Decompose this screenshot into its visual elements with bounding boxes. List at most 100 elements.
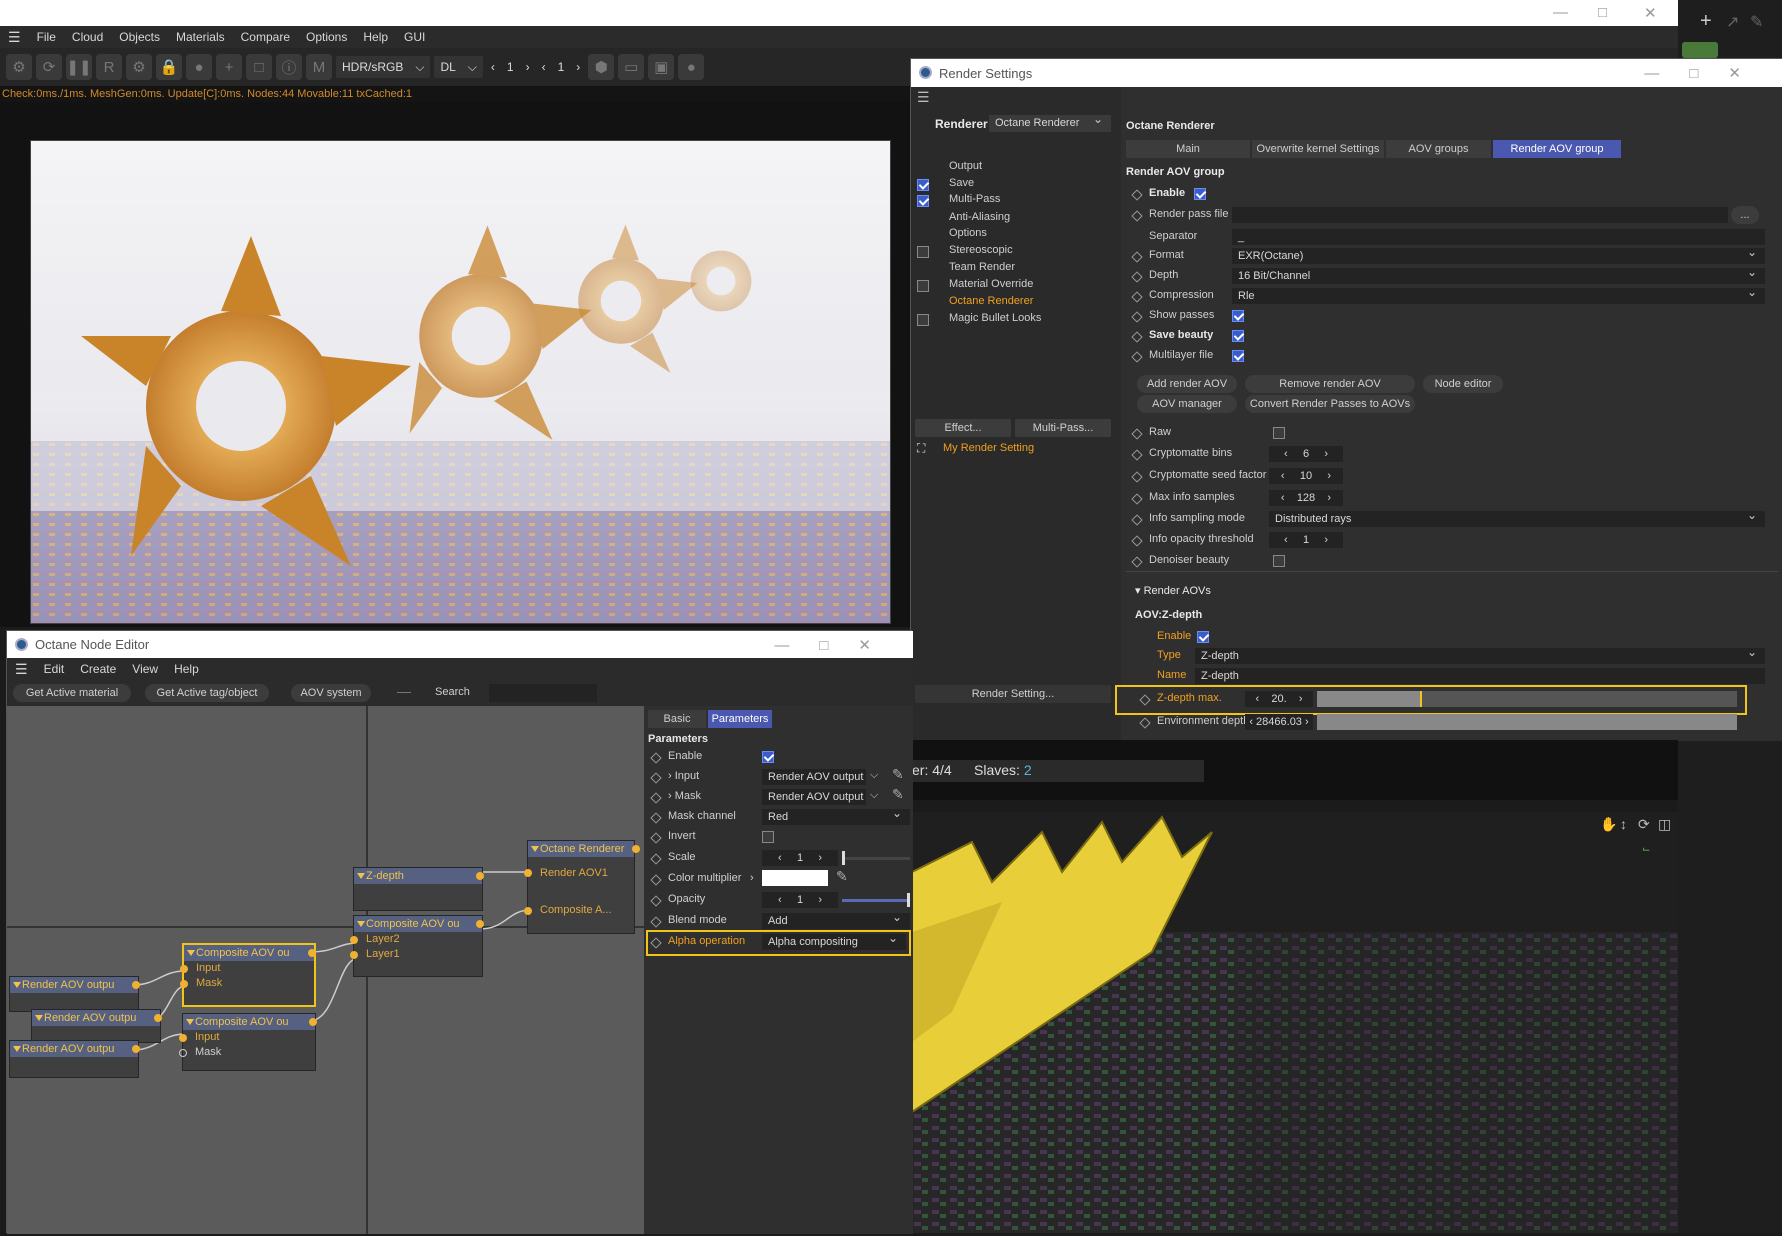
- chevron-right-icon[interactable]: ›: [522, 60, 534, 74]
- chevron-left-icon[interactable]: ‹: [538, 60, 550, 74]
- menu-view[interactable]: View: [124, 662, 166, 676]
- depth-select[interactable]: 16 Bit/Channel: [1232, 268, 1765, 284]
- tree-checkbox[interactable]: [917, 280, 929, 292]
- expand-icon[interactable]: ↗: [1726, 12, 1739, 32]
- chevron-down-icon[interactable]: ⌵: [870, 789, 878, 802]
- keyframe-diamond-icon[interactable]: [1131, 493, 1143, 505]
- gear-icon[interactable]: ⚙: [126, 54, 152, 80]
- convert-passes-button[interactable]: Convert Render Passes to AOVs: [1245, 395, 1415, 413]
- output-pin[interactable]: [309, 1018, 317, 1026]
- sphere-icon[interactable]: ●: [186, 54, 212, 80]
- info-icon[interactable]: ⓘ: [276, 54, 302, 80]
- menu-edit[interactable]: Edit: [36, 662, 73, 676]
- input-pin[interactable]: [180, 980, 188, 988]
- close-icon[interactable]: ✕: [1644, 4, 1657, 22]
- keyframe-diamond-icon[interactable]: [1131, 428, 1143, 440]
- param-scale-slider[interactable]: [842, 851, 910, 865]
- output-pin[interactable]: [476, 872, 484, 880]
- param-scale-stepper[interactable]: ‹ 1 ›: [762, 850, 838, 866]
- envdepth-slider[interactable]: [1317, 714, 1737, 730]
- frame-a-value[interactable]: 1: [503, 60, 518, 74]
- crypto-bins-stepper[interactable]: ‹ 6 ›: [1269, 446, 1343, 462]
- node-composite-main[interactable]: Composite AOV ou Layer2 Layer1: [350, 915, 484, 977]
- minimize-icon[interactable]: —: [1553, 4, 1568, 21]
- tree-item[interactable]: Team Render: [949, 261, 1015, 273]
- menu-help[interactable]: Help: [166, 662, 207, 676]
- enable-checkbox[interactable]: [1194, 188, 1206, 200]
- menu-file[interactable]: File: [29, 30, 64, 44]
- denoiser-checkbox[interactable]: [1273, 555, 1285, 567]
- layout-icon[interactable]: ◫: [1658, 816, 1671, 833]
- chevron-down-icon[interactable]: ⌵: [870, 769, 878, 782]
- tree-item[interactable]: Magic Bullet Looks: [949, 312, 1041, 324]
- film-icon[interactable]: ▭: [618, 54, 645, 80]
- node-editor-button[interactable]: Node editor: [1423, 375, 1503, 393]
- keyframe-diamond-icon[interactable]: [1131, 311, 1143, 323]
- eyedropper-icon[interactable]: ✎: [892, 766, 904, 783]
- keyframe-diamond-icon[interactable]: [650, 853, 662, 865]
- node-composite-highlighted[interactable]: Composite AOV ou Input Mask: [180, 943, 316, 1007]
- tree-item[interactable]: Octane Renderer: [949, 295, 1033, 307]
- window-controls-icon[interactable]: —□✕: [1644, 64, 1771, 82]
- tree-checkbox[interactable]: [917, 314, 929, 326]
- renderer-select[interactable]: Octane Renderer: [989, 115, 1111, 132]
- add-render-aov-button[interactable]: Add render AOV: [1137, 375, 1237, 393]
- menu-materials[interactable]: Materials: [168, 30, 233, 44]
- info-opacity-stepper[interactable]: ‹ 1 ›: [1269, 532, 1343, 548]
- keyframe-diamond-icon[interactable]: [650, 916, 662, 928]
- node-graph[interactable]: Z-depth Octane Renderer Render AOV1 Comp…: [7, 706, 644, 1234]
- get-active-tag-button[interactable]: Get Active tag/object: [145, 684, 269, 702]
- output-pin[interactable]: [308, 949, 316, 957]
- node-octane-renderer[interactable]: Octane Renderer Render AOV1 Composite A.…: [524, 840, 640, 934]
- region-render-icon[interactable]: R: [96, 54, 122, 80]
- param-opacity-slider[interactable]: [842, 893, 910, 907]
- keyframe-diamond-icon[interactable]: [650, 895, 662, 907]
- get-active-material-button[interactable]: Get Active material: [13, 684, 131, 702]
- param-blend-select[interactable]: Add: [762, 913, 910, 929]
- move-icon[interactable]: ↕: [1620, 816, 1627, 832]
- keyframe-diamond-icon[interactable]: [650, 812, 662, 824]
- input-pin[interactable]: [350, 951, 358, 959]
- tab-basic[interactable]: Basic: [648, 710, 706, 728]
- rotate-icon[interactable]: ⟳: [1638, 816, 1650, 833]
- slider-handle[interactable]: [907, 893, 910, 907]
- menu-help[interactable]: Help: [355, 30, 396, 44]
- param-invert-checkbox[interactable]: [762, 831, 774, 843]
- keyframe-diamond-icon[interactable]: [1131, 514, 1143, 526]
- compression-select[interactable]: Rle: [1232, 288, 1765, 304]
- keyframe-diamond-icon[interactable]: [1131, 189, 1143, 201]
- output-pin[interactable]: [476, 920, 484, 928]
- aov-type-select[interactable]: Z-depth: [1195, 648, 1765, 664]
- effect-button[interactable]: Effect...: [915, 419, 1011, 437]
- tree-item[interactable]: Stereoscopic: [949, 244, 1013, 256]
- crypto-seed-stepper[interactable]: ‹ 10 ›: [1269, 468, 1343, 484]
- param-alpha-select[interactable]: Alpha compositing: [762, 934, 906, 950]
- menu-options[interactable]: Options: [298, 30, 355, 44]
- show-passes-checkbox[interactable]: [1232, 310, 1244, 322]
- input-pin[interactable]: [180, 965, 188, 973]
- keyframe-diamond-icon[interactable]: [650, 832, 662, 844]
- multipass-button[interactable]: Multi-Pass...: [1015, 419, 1111, 437]
- node-zdepth[interactable]: Z-depth: [353, 867, 484, 911]
- output-pin[interactable]: [632, 845, 640, 853]
- add-icon[interactable]: +: [216, 54, 242, 80]
- multilayer-checkbox[interactable]: [1232, 350, 1244, 362]
- aov-manager-button[interactable]: AOV manager: [1137, 395, 1237, 413]
- hamburger-icon[interactable]: ☰: [7, 661, 36, 678]
- separator-input[interactable]: _: [1232, 229, 1765, 245]
- aov-name-input[interactable]: Z-depth: [1195, 668, 1765, 684]
- add-icon[interactable]: +: [1700, 10, 1712, 33]
- tab-render-aov-group[interactable]: Render AOV group: [1493, 140, 1621, 158]
- eyedropper-icon[interactable]: ✎: [892, 786, 904, 803]
- remove-render-aov-button[interactable]: Remove render AOV: [1245, 375, 1415, 393]
- keyframe-diamond-icon[interactable]: [1131, 556, 1143, 568]
- aov-system-button[interactable]: AOV system: [291, 684, 371, 702]
- tab-overwrite-kernel[interactable]: Overwrite kernel Settings: [1252, 140, 1384, 158]
- keyframe-diamond-icon[interactable]: [1131, 291, 1143, 303]
- hamburger-icon[interactable]: ☰: [917, 89, 930, 106]
- mode-select[interactable]: DL ⌵: [434, 56, 483, 78]
- search-input[interactable]: [489, 684, 597, 702]
- format-select[interactable]: EXR(Octane): [1232, 248, 1765, 264]
- keyframe-diamond-icon[interactable]: [1139, 717, 1151, 729]
- aov-enable-checkbox[interactable]: [1197, 631, 1209, 643]
